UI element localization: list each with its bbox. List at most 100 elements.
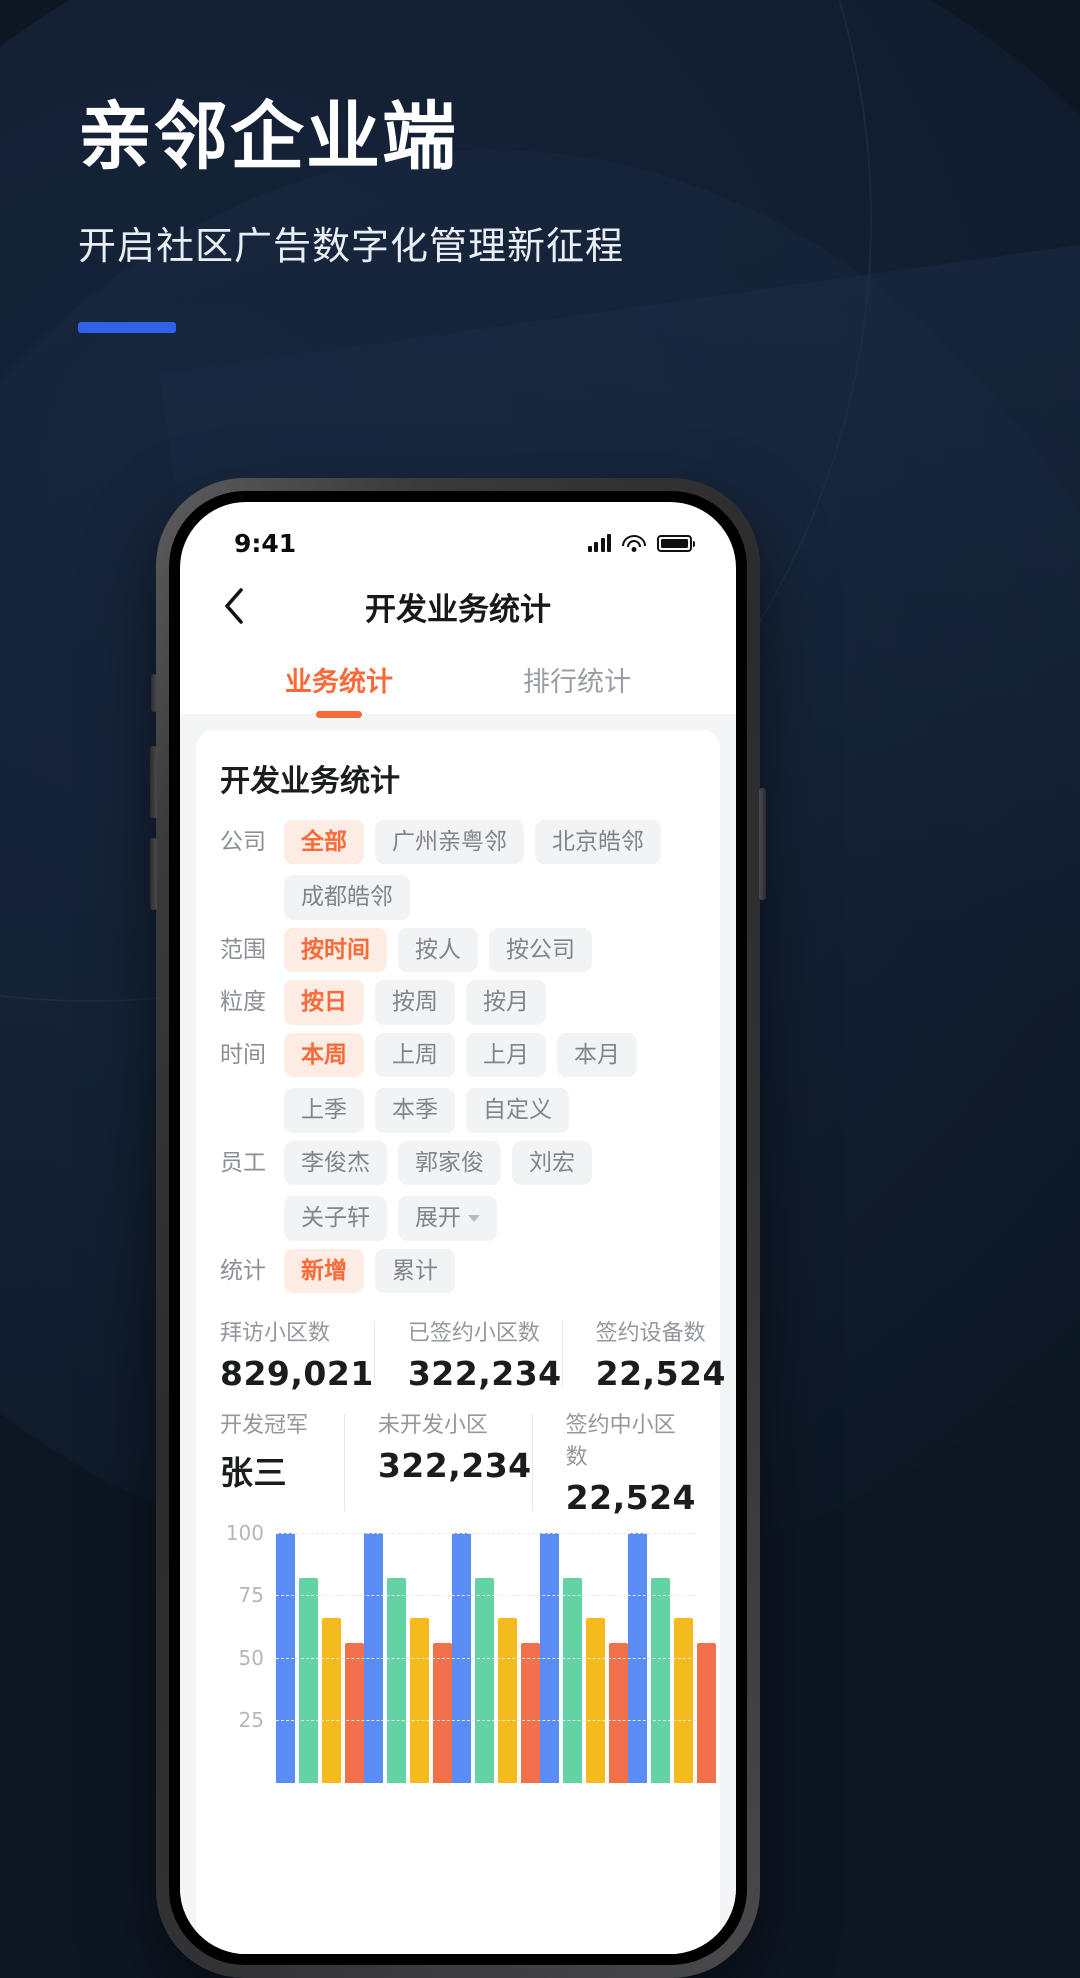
filter-row-scope: 范围 按时间 按人 按公司 xyxy=(220,927,696,973)
chip-scope-by-time[interactable]: 按时间 xyxy=(284,927,387,973)
chip-group: 本周 上周 上月 本月 上季 本季 自定义 xyxy=(284,1032,696,1133)
chip-company-cdhl[interactable]: 成都皓邻 xyxy=(284,875,410,920)
mute-switch xyxy=(151,674,157,712)
chip-group: 李俊杰 郭家俊 刘宏 关子轩 展开 xyxy=(284,1140,696,1241)
chip-employee-guanzixuan[interactable]: 关子轩 xyxy=(284,1196,387,1241)
chip-group: 按时间 按人 按公司 xyxy=(284,927,696,973)
chart-gridline xyxy=(276,1657,696,1659)
chart-y-tick: 25 xyxy=(238,1708,264,1733)
status-bar: 9:41 xyxy=(180,502,736,568)
filter-label: 时间 xyxy=(220,1041,266,1068)
chart-gridline xyxy=(276,1532,696,1534)
filter-label: 员工 xyxy=(220,1149,266,1176)
filter-row-statistic: 统计 新增 累计 xyxy=(220,1248,696,1293)
chip-label: 展开 xyxy=(415,1205,461,1232)
chart-bar xyxy=(299,1577,318,1783)
chip-stat-cumulative[interactable]: 累计 xyxy=(375,1248,455,1293)
summary-stats: 拜访小区数 829,021 已签约小区数 322,234 签约设备数 22,52… xyxy=(220,1315,725,1517)
chart-y-tick: 50 xyxy=(238,1645,264,1670)
chart-gridline xyxy=(276,1720,696,1722)
chip-company-gzqyl[interactable]: 广州亲粤邻 xyxy=(375,820,524,865)
battery-icon xyxy=(657,534,695,552)
tab-label: 排行统计 xyxy=(523,666,631,698)
chip-stat-new[interactable]: 新增 xyxy=(284,1248,364,1293)
chip-employee-lijunjie[interactable]: 李俊杰 xyxy=(284,1140,387,1186)
stat-label: 拜访小区数 xyxy=(220,1320,331,1346)
phone-screen: 9:41 开发业务统计 业务统计 排行统计 开发业务统计 公司 全部 广州亲粤邻… xyxy=(180,502,736,1954)
chip-employee-expand[interactable]: 展开 xyxy=(398,1196,497,1241)
filter-label: 统计 xyxy=(220,1257,266,1284)
chevron-down-icon xyxy=(468,1214,480,1222)
stat-signed-communities: 已签约小区数 322,234 xyxy=(373,1315,562,1393)
chart-bar xyxy=(475,1577,494,1783)
stat-value: 322,234 xyxy=(407,1353,562,1393)
chart-bar xyxy=(387,1577,406,1783)
chart-bar xyxy=(345,1642,364,1783)
chart-bar xyxy=(498,1617,517,1783)
tab-ranking-stats[interactable]: 排行统计 xyxy=(458,644,696,714)
chart-bar xyxy=(410,1617,429,1783)
filter-label: 公司 xyxy=(220,829,266,855)
stat-label: 已签约小区数 xyxy=(407,1320,540,1346)
chart-y-tick: 100 xyxy=(225,1520,264,1545)
tab-bar: 业务统计 排行统计 xyxy=(180,644,736,718)
page-title: 开发业务统计 xyxy=(365,591,551,628)
filter-row-granularity: 粒度 按日 按周 按月 xyxy=(220,980,696,1025)
volume-up-button xyxy=(150,746,157,818)
phone-mockup: 9:41 开发业务统计 业务统计 排行统计 开发业务统计 公司 全部 广州亲粤邻… xyxy=(150,478,766,1978)
chart-bar xyxy=(322,1617,341,1783)
stat-value: 22,524 xyxy=(595,1353,726,1393)
stat-top-developer: 开发冠军 张三 xyxy=(220,1407,344,1517)
status-time: 9:41 xyxy=(234,528,297,558)
promo-title: 亲邻企业端 xyxy=(78,94,458,180)
stat-row: 拜访小区数 829,021 已签约小区数 322,234 签约设备数 22,52… xyxy=(220,1315,725,1393)
stat-value: 张三 xyxy=(220,1452,287,1492)
chart-bar xyxy=(674,1617,693,1783)
tab-label: 业务统计 xyxy=(285,666,393,698)
stat-label: 未开发小区 xyxy=(377,1412,488,1438)
chevron-left-icon[interactable] xyxy=(210,583,256,629)
chip-company-bjhl[interactable]: 北京皓邻 xyxy=(535,820,661,865)
filter-row-employee: 员工 李俊杰 郭家俊 刘宏 关子轩 展开 xyxy=(220,1140,696,1241)
filter-label: 粒度 xyxy=(220,989,266,1016)
tab-business-stats[interactable]: 业务统计 xyxy=(220,644,458,718)
chip-time-last-week[interactable]: 上周 xyxy=(375,1032,455,1078)
chip-granularity-day[interactable]: 按日 xyxy=(284,980,364,1025)
chip-scope-by-company[interactable]: 按公司 xyxy=(489,927,592,973)
chip-time-last-quarter[interactable]: 上季 xyxy=(284,1088,364,1133)
stats-card: 开发业务统计 公司 全部 广州亲粤邻 北京皓邻 成都皓邻 范围 按时间 按人 按… xyxy=(196,730,725,1954)
filter-label: 范围 xyxy=(220,936,266,963)
chip-group: 全部 广州亲粤邻 北京皓邻 成都皓邻 xyxy=(284,820,696,920)
chip-time-last-month[interactable]: 上月 xyxy=(466,1032,546,1078)
chip-time-custom[interactable]: 自定义 xyxy=(466,1088,569,1133)
chip-company-all[interactable]: 全部 xyxy=(284,820,364,865)
chip-time-this-quarter[interactable]: 本季 xyxy=(375,1088,455,1133)
stat-value: 22,524 xyxy=(565,1477,696,1517)
chip-scope-by-person[interactable]: 按人 xyxy=(398,927,478,973)
app-navbar: 开发业务统计 xyxy=(180,568,736,644)
chip-employee-liuhong[interactable]: 刘宏 xyxy=(512,1140,592,1186)
bar-chart: 100 75 50 25 xyxy=(220,1521,716,1783)
chip-time-this-week[interactable]: 本周 xyxy=(284,1032,364,1078)
card-title: 开发业务统计 xyxy=(220,764,400,799)
chart-y-tick: 75 xyxy=(238,1583,264,1608)
chip-employee-guojiajun[interactable]: 郭家俊 xyxy=(398,1140,501,1186)
filter-row-time: 时间 本周 上周 上月 本月 上季 本季 自定义 xyxy=(220,1032,696,1133)
chip-granularity-week[interactable]: 按周 xyxy=(375,980,455,1025)
chip-granularity-month[interactable]: 按月 xyxy=(466,980,546,1025)
tab-active-indicator xyxy=(316,711,362,718)
chart-bar xyxy=(651,1577,670,1783)
stat-visited-communities: 拜访小区数 829,021 xyxy=(220,1315,374,1393)
stat-row: 开发冠军 张三 未开发小区 322,234 签约中小区数 22,524 xyxy=(220,1407,696,1517)
filter-row-company: 公司 全部 广州亲粤邻 北京皓邻 成都皓邻 xyxy=(220,820,696,920)
volume-down-button xyxy=(150,838,157,910)
stat-label: 开发冠军 xyxy=(220,1412,309,1438)
promo-subtitle: 开启社区广告数字化管理新征程 xyxy=(78,223,625,268)
chip-time-this-month[interactable]: 本月 xyxy=(557,1032,637,1078)
chart-bar xyxy=(433,1642,452,1783)
promo-text-block: 亲邻企业端 开启社区广告数字化管理新征程 xyxy=(78,96,624,333)
chip-group: 新增 累计 xyxy=(284,1248,696,1293)
stat-undeveloped-communities: 未开发小区 322,234 xyxy=(343,1407,532,1517)
chart-bar xyxy=(586,1617,605,1783)
filter-section: 公司 全部 广州亲粤邻 北京皓邻 成都皓邻 范围 按时间 按人 按公司 粒度 按… xyxy=(220,820,696,1293)
